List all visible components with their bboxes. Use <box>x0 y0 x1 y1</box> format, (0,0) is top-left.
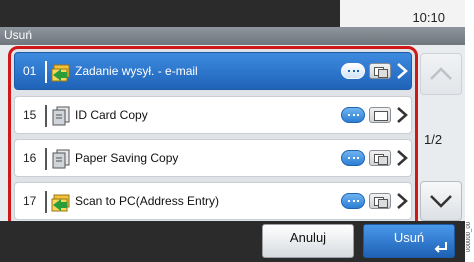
list-item-label: Zadanie wysył. - e-mail <box>75 64 198 78</box>
list-item-01[interactable]: 01 Zadanie wysył. - e-mail <box>14 52 412 90</box>
list-item-16[interactable]: 16 Paper Saving Copy <box>14 139 412 177</box>
screen-title-bar: Usuń <box>0 27 465 45</box>
cancel-button[interactable]: Anuluj <box>262 224 354 258</box>
divider <box>45 61 47 83</box>
multi-page-icon <box>369 193 391 209</box>
divider <box>45 191 47 213</box>
side-code-text: 000000_00 <box>466 221 472 252</box>
chevron-down-icon <box>430 195 452 208</box>
details-icon[interactable] <box>341 193 365 209</box>
chevron-right-icon <box>395 148 409 168</box>
scroll-down-button[interactable] <box>420 181 462 221</box>
page-indicator: 1/2 <box>424 132 443 147</box>
scan-to-pc-icon <box>51 191 71 213</box>
panel-screen: 10:10 Usuń 01 Zadanie wysył. - e-mail 15 <box>0 0 465 262</box>
list-item-label: Scan to PC(Address Entry) <box>75 194 220 208</box>
chevron-right-icon <box>395 105 409 125</box>
divider <box>45 105 47 127</box>
enter-icon <box>434 242 447 253</box>
clock: 10:10 <box>412 10 445 25</box>
list-item-number: 16 <box>23 151 37 165</box>
details-icon[interactable] <box>341 150 365 166</box>
multi-page-icon <box>369 150 391 166</box>
details-icon[interactable] <box>341 63 365 79</box>
chevron-right-icon <box>395 191 409 211</box>
scroll-up-button[interactable] <box>420 53 462 95</box>
screen-title: Usuń <box>4 28 33 42</box>
list-item-number: 17 <box>23 194 37 208</box>
chevron-right-icon <box>395 61 409 81</box>
copy-icon <box>51 148 71 170</box>
list-item-number: 15 <box>23 108 37 122</box>
list-item-17[interactable]: 17 Scan to PC(Address Entry) <box>14 182 412 220</box>
delete-confirm-label: Usuń <box>393 230 425 245</box>
copy-icon <box>51 105 71 127</box>
list-item-number: 01 <box>23 64 37 78</box>
delete-confirm-button[interactable]: Usuń <box>363 224 455 258</box>
single-page-icon <box>369 107 391 123</box>
send-to-email-icon <box>51 61 71 83</box>
list-item-15[interactable]: 15 ID Card Copy <box>14 96 412 134</box>
details-icon[interactable] <box>341 107 365 123</box>
divider <box>45 148 47 170</box>
chevron-up-icon <box>430 67 452 80</box>
list-item-label: Paper Saving Copy <box>75 151 179 165</box>
multi-page-icon <box>369 63 391 79</box>
list-item-label: ID Card Copy <box>75 108 148 122</box>
